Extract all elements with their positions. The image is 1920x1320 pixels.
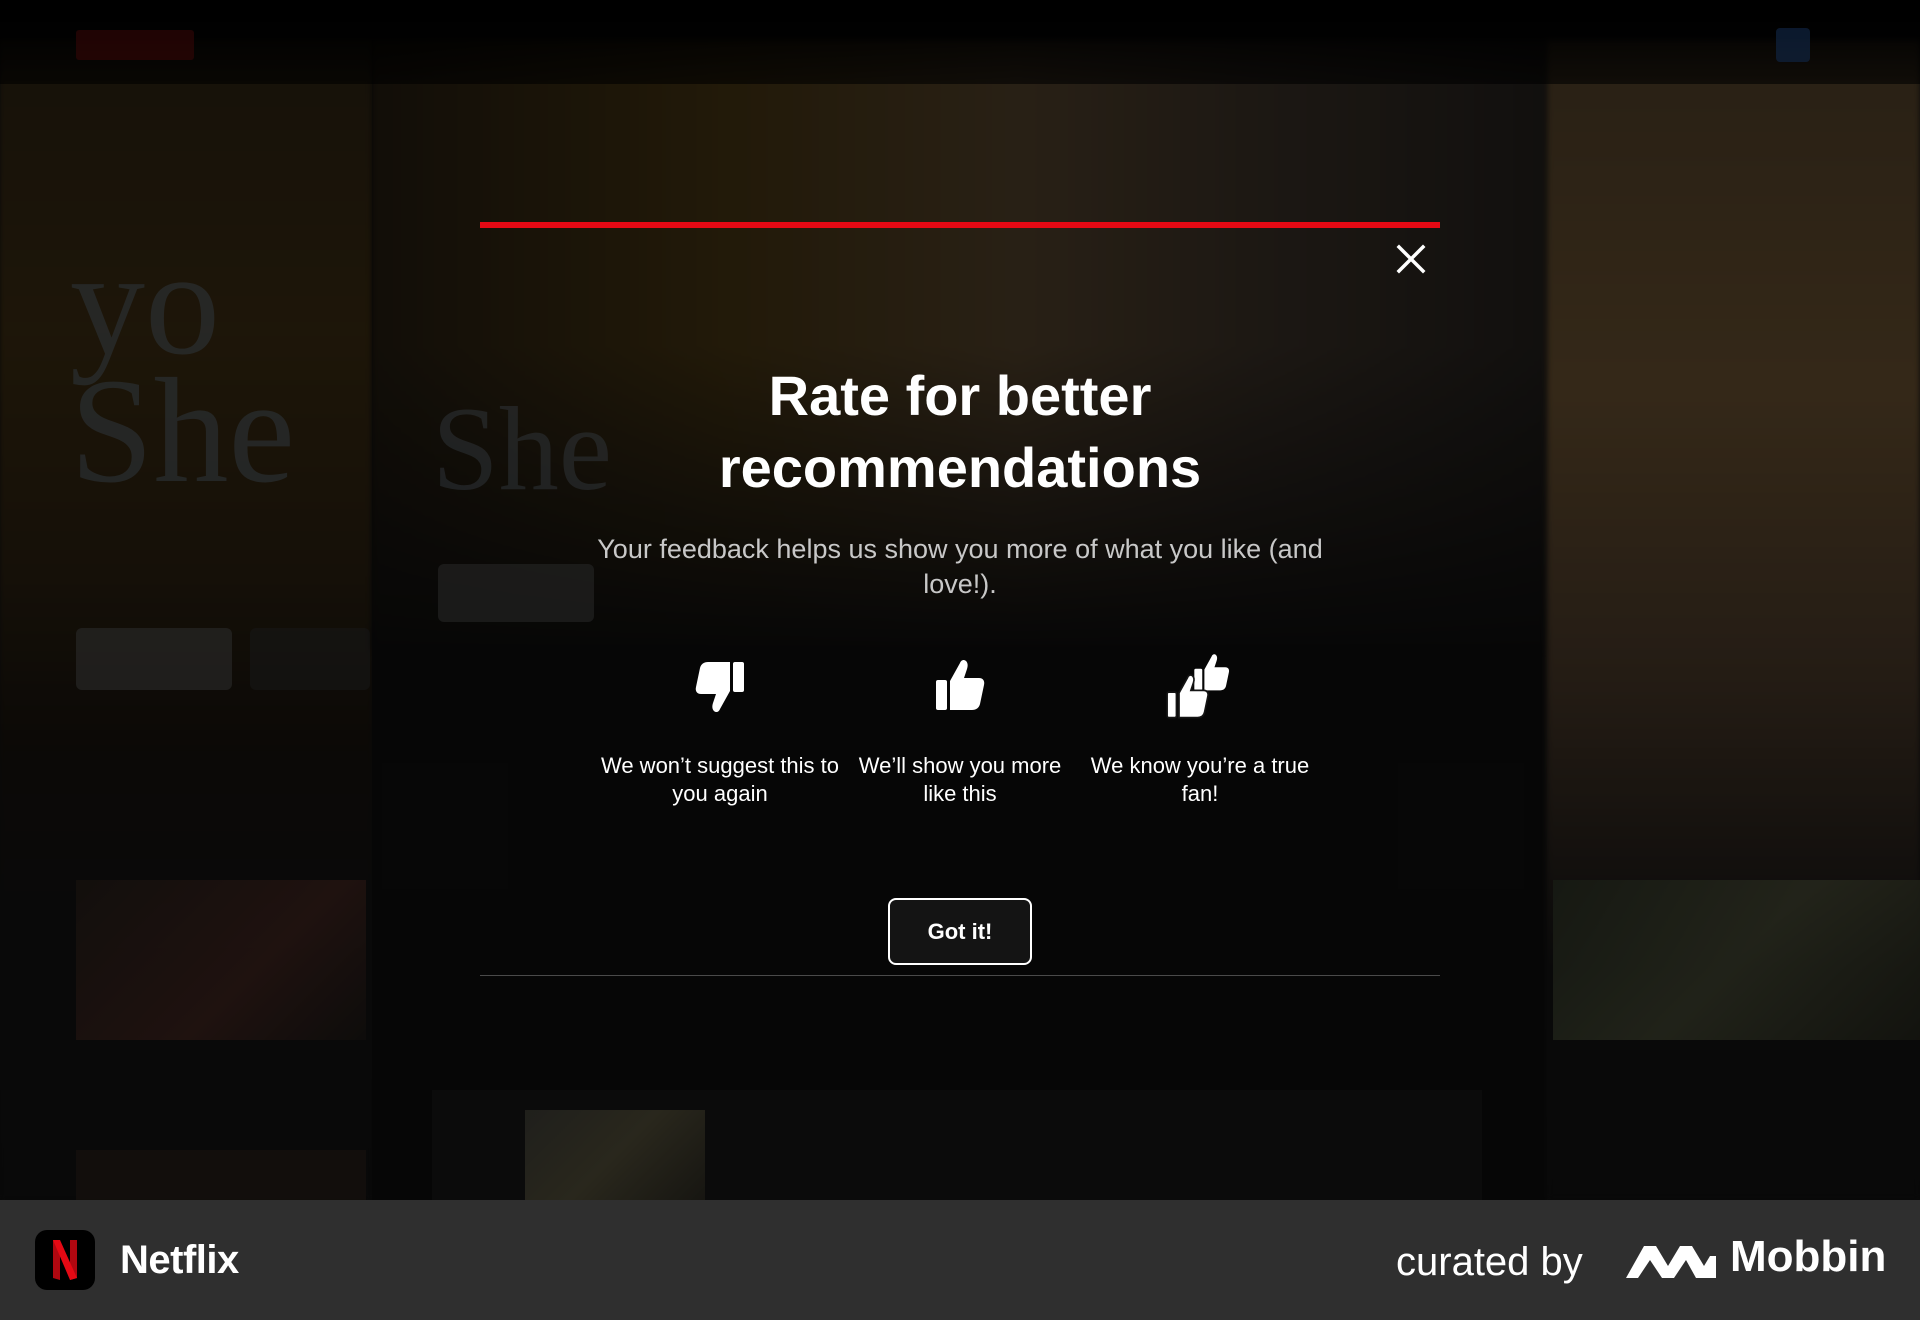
mobbin-brand-name: Mobbin bbox=[1730, 1232, 1887, 1281]
rating-modal: Rate for better recommendations Your fee… bbox=[480, 222, 1440, 976]
got-it-button[interactable]: Got it! bbox=[888, 898, 1032, 965]
mobbin-logo-icon bbox=[1626, 1246, 1716, 1278]
modal-divider bbox=[480, 975, 1440, 976]
modal-subtitle: Your feedback helps us show you more of … bbox=[597, 534, 1323, 599]
netflix-app-icon bbox=[35, 1230, 95, 1290]
app-name: Netflix bbox=[120, 1238, 239, 1282]
rating-option-love[interactable]: We know you’re a true fan! bbox=[1080, 654, 1320, 808]
curated-by-label: curated by bbox=[1396, 1240, 1583, 1284]
thumbs-up-icon bbox=[840, 654, 1080, 734]
footer-bar: Netflix curated by Mobbin bbox=[0, 1200, 1920, 1320]
rating-options: We won’t suggest this to you again We’ll… bbox=[600, 654, 1320, 814]
rating-option-label: We know you’re a true fan! bbox=[1090, 753, 1310, 806]
modal-accent-bar bbox=[480, 222, 1440, 228]
close-icon bbox=[1396, 244, 1426, 274]
rating-option-label: We’ll show you more like this bbox=[858, 753, 1062, 806]
close-button[interactable] bbox=[1392, 240, 1430, 278]
rating-option-label: We won’t suggest this to you again bbox=[600, 753, 840, 806]
modal-title: Rate for better recommendations bbox=[718, 364, 1202, 499]
double-thumbs-up-icon bbox=[1080, 654, 1320, 734]
thumbs-down-icon bbox=[600, 654, 840, 734]
rating-option-not-for-me[interactable]: We won’t suggest this to you again bbox=[600, 654, 840, 808]
rating-option-like[interactable]: We’ll show you more like this bbox=[840, 654, 1080, 808]
